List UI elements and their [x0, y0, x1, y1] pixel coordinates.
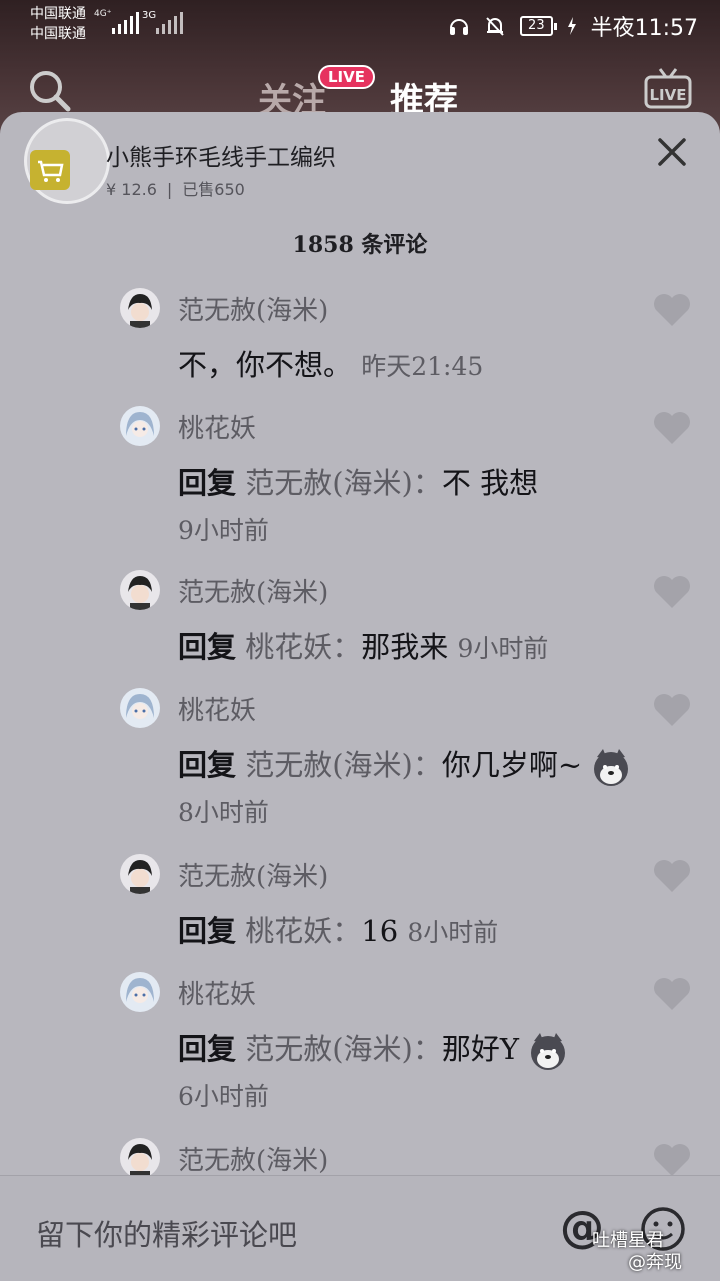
- comment-text: 回复 范无赦(海米)：你几岁啊~ 8小时前: [178, 742, 648, 836]
- close-icon[interactable]: [654, 134, 690, 170]
- headphones-icon: [450, 19, 469, 35]
- product-price: ¥ 12.6: [106, 180, 157, 199]
- comment-text: 回复 桃花妖：16 8小时前: [178, 914, 499, 948]
- comment-username[interactable]: 桃花妖: [178, 690, 256, 727]
- avatar[interactable]: [120, 972, 160, 1012]
- comment-time: 9小时前: [178, 516, 269, 545]
- svg-text:LIVE: LIVE: [650, 86, 687, 104]
- comment-username[interactable]: 范无赦(海米): [178, 290, 328, 327]
- like-heart-icon[interactable]: [652, 692, 692, 728]
- comment-text: 不，你不想。 昨天21:45: [178, 348, 484, 382]
- comment-username[interactable]: 范无赦(海米): [178, 1140, 328, 1177]
- signal-1-icon: [112, 12, 139, 34]
- watermark-line-2: @奔现: [628, 1252, 682, 1273]
- comment-username[interactable]: 桃花妖: [178, 974, 256, 1011]
- comment-username[interactable]: 范无赦(海米): [178, 572, 328, 609]
- comment-time: 9小时前: [457, 634, 549, 663]
- charging-icon: [567, 17, 576, 35]
- product-meta: ¥ 12.6 | 已售650: [106, 176, 245, 200]
- comment-input[interactable]: 留下你的精彩评论吧: [36, 1212, 297, 1254]
- reply-target[interactable]: 范无赦(海米)：: [245, 748, 442, 782]
- reply-target[interactable]: 范无赦(海米)：: [245, 466, 442, 500]
- carrier-2: 中国联通: [30, 26, 86, 42]
- reply-target[interactable]: 桃花妖：: [245, 914, 361, 948]
- like-heart-icon[interactable]: [652, 410, 692, 446]
- like-heart-icon[interactable]: [652, 1142, 692, 1178]
- status-right: 23 半夜11:57: [448, 10, 698, 42]
- signal-2-icon: [156, 12, 183, 34]
- carrier-labels: 中国联通 中国联通: [30, 4, 86, 44]
- avatar[interactable]: [120, 854, 160, 894]
- comment-count: 1858 条评论: [292, 232, 428, 258]
- product-sold: 已售650: [182, 180, 245, 199]
- like-heart-icon[interactable]: [652, 858, 692, 894]
- clock: 半夜11:57: [590, 16, 698, 41]
- avatar[interactable]: [120, 406, 160, 446]
- comment-time: 6小时前: [178, 1082, 269, 1111]
- avatar[interactable]: [120, 288, 160, 328]
- comment-text: 回复 范无赦(海米)：不 我想 9小时前: [178, 466, 539, 545]
- mute-bell-icon: [486, 17, 504, 36]
- comment-username[interactable]: 桃花妖: [178, 408, 256, 445]
- network-type-2: 3G: [142, 10, 157, 21]
- shiba-emoji-icon: [531, 1033, 566, 1070]
- shopping-cart-icon: [38, 160, 64, 182]
- comment-text: 回复 桃花妖：那我来 9小时前: [178, 630, 549, 664]
- product-title[interactable]: 小熊手环毛线手工编织: [106, 138, 336, 172]
- avatar[interactable]: [120, 570, 160, 610]
- comment-time: 昨天21:45: [361, 352, 484, 381]
- reply-target[interactable]: 范无赦(海米)：: [245, 1032, 442, 1066]
- like-heart-icon[interactable]: [652, 574, 692, 610]
- comments-sheet: 小熊手环毛线手工编织 ¥ 12.6 | 已售650 1858 条评论 范无赦(海米)…: [0, 112, 720, 1280]
- watermark-line-1: 吐槽星君: [592, 1230, 664, 1251]
- watermark: 吐槽星君 @奔现: [592, 1230, 682, 1274]
- comment-time: 8小时前: [178, 798, 269, 827]
- comment-text: 回复 范无赦(海米)：那好Y 6小时前: [178, 1026, 648, 1120]
- like-heart-icon[interactable]: [652, 976, 692, 1012]
- meta-separator: |: [166, 180, 173, 199]
- cart-button[interactable]: [30, 150, 70, 190]
- battery-icon: 23: [520, 16, 557, 36]
- avatar[interactable]: [120, 1138, 160, 1178]
- live-badge: LIVE: [318, 65, 375, 89]
- carrier-1: 中国联通: [30, 6, 86, 22]
- status-bar: 中国联通 中国联通 4G⁺ 3G 23 半夜11:57: [0, 0, 720, 50]
- avatar[interactable]: [120, 688, 160, 728]
- live-tv-icon[interactable]: LIVE: [644, 67, 692, 111]
- network-type-1: 4G⁺: [94, 9, 112, 19]
- search-icon[interactable]: [28, 69, 72, 113]
- shiba-emoji-icon: [594, 749, 629, 786]
- like-heart-icon[interactable]: [652, 292, 692, 328]
- comment-username[interactable]: 范无赦(海米): [178, 856, 328, 893]
- comment-time: 8小时前: [407, 918, 499, 947]
- reply-target[interactable]: 桃花妖：: [245, 630, 361, 664]
